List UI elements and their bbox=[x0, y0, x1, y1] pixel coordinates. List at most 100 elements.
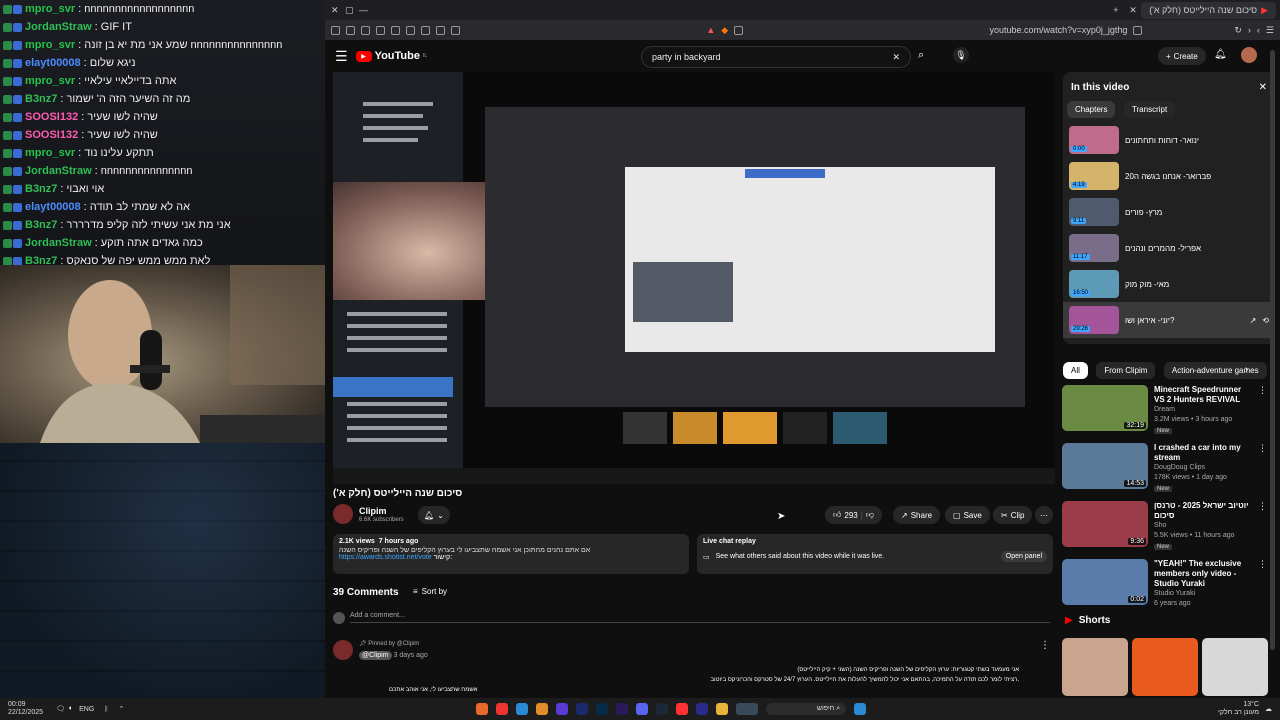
bookmark-page-icon[interactable] bbox=[1133, 25, 1143, 35]
chat-username[interactable]: B3nz7 bbox=[25, 93, 57, 105]
page-icon[interactable] bbox=[376, 25, 385, 35]
tab-transcript[interactable]: Transcript bbox=[1123, 101, 1176, 118]
chapter-item[interactable]: 0:00 ינואר- דוחות ותחתונים bbox=[1063, 122, 1275, 158]
youtube-logo[interactable]: ▶ YouTube IL bbox=[355, 50, 427, 62]
recommendation-item[interactable]: 32:19 Minecraft Speedrunner VS 2 Hunters… bbox=[1062, 385, 1267, 437]
wallet-icon[interactable] bbox=[436, 25, 445, 35]
menu-icon[interactable]: ☰ bbox=[1266, 25, 1274, 36]
app-icon-8[interactable] bbox=[696, 703, 709, 715]
more-actions-button[interactable]: ⋯ bbox=[1035, 506, 1053, 524]
avatar[interactable] bbox=[1241, 47, 1257, 63]
extension-icon[interactable] bbox=[331, 25, 340, 35]
chat-username[interactable]: mpro_svr bbox=[25, 147, 75, 159]
short-thumb[interactable] bbox=[1202, 638, 1268, 696]
app-icon-ps[interactable] bbox=[596, 703, 609, 715]
weather-widget[interactable]: 13°C מעונן רב חלקי bbox=[1218, 701, 1259, 717]
rec-menu-icon[interactable]: ⋮ bbox=[1258, 501, 1267, 553]
window-icon[interactable]: ▢ bbox=[345, 5, 359, 16]
short-thumb[interactable] bbox=[1132, 638, 1198, 696]
app-icon-steam[interactable] bbox=[656, 703, 669, 715]
pin-icon[interactable] bbox=[361, 25, 370, 35]
app-icon-discord[interactable] bbox=[636, 703, 649, 715]
chat-username[interactable]: JordanStraw bbox=[25, 165, 92, 177]
language-indicator[interactable]: ENG bbox=[79, 706, 94, 713]
scrollbar[interactable] bbox=[1270, 50, 1275, 650]
share-page-icon[interactable] bbox=[734, 25, 744, 35]
forward-icon[interactable]: › bbox=[1248, 25, 1251, 35]
vpn-icon[interactable] bbox=[451, 25, 460, 35]
short-thumb[interactable] bbox=[1062, 638, 1128, 696]
brave-shield-icon[interactable]: ◆ bbox=[721, 25, 728, 36]
taskbar-search[interactable]: חיפוש ⌕ bbox=[766, 703, 847, 715]
search-input[interactable]: party in backyard ✕ bbox=[641, 46, 911, 68]
comment-author[interactable]: @Clipim bbox=[359, 651, 392, 660]
bell-icon[interactable]: 🔔︎ bbox=[1214, 49, 1227, 60]
add-comment-input[interactable]: Add a comment... bbox=[350, 612, 1050, 623]
chat-username[interactable]: SOOSI132 bbox=[25, 129, 78, 141]
channel-avatar[interactable] bbox=[333, 504, 353, 524]
chat-username[interactable]: JordanStraw bbox=[25, 237, 92, 249]
new-tab-button[interactable]: + bbox=[1113, 5, 1129, 15]
chat-username[interactable]: JordanStraw bbox=[25, 21, 92, 33]
video-player[interactable] bbox=[333, 72, 1055, 484]
task-view-icon[interactable] bbox=[736, 703, 759, 715]
reload-icon[interactable]: ↻ bbox=[1234, 25, 1242, 36]
chapter-item[interactable]: 29:26 יוני- איראן ושו? ↗ ⟲ bbox=[1063, 302, 1275, 338]
sidebar-icon[interactable] bbox=[391, 25, 400, 35]
chat-username[interactable]: elayt00008 bbox=[25, 57, 81, 69]
share-button[interactable]: ↗ Share bbox=[893, 506, 941, 524]
download-icon[interactable] bbox=[406, 25, 415, 35]
windows-start-icon[interactable] bbox=[854, 703, 867, 715]
notification-bell-button[interactable]: 🔔︎ ⌄ bbox=[418, 506, 450, 524]
chat-username[interactable]: B3nz7 bbox=[25, 183, 57, 195]
chat-username[interactable]: B3nz7 bbox=[25, 219, 57, 231]
bookmark-icon[interactable] bbox=[421, 25, 430, 35]
rec-menu-icon[interactable]: ⋮ bbox=[1258, 385, 1267, 437]
loop-icon[interactable]: ⟲ bbox=[1262, 316, 1269, 325]
save-button[interactable]: ▢ Save bbox=[945, 506, 990, 524]
chapter-item[interactable]: 4:19 פברואר- אנחנו בגשה ה20 bbox=[1063, 158, 1275, 194]
recommendation-item[interactable]: 9:36 יוטיוב ישראל 2025 - טרנסן סיכום Sho… bbox=[1062, 501, 1267, 553]
app-icon-3[interactable] bbox=[516, 703, 529, 715]
app-icon-4[interactable] bbox=[536, 703, 549, 715]
chat-username[interactable]: elayt00008 bbox=[25, 201, 81, 213]
tray-chevron-icon[interactable]: ⌃ bbox=[118, 705, 124, 713]
notification-icon[interactable]: 🗨︎ bbox=[56, 705, 65, 713]
sort-button[interactable]: ≡ Sort by bbox=[413, 587, 447, 596]
chip-from-clipim[interactable]: From Clipim bbox=[1096, 362, 1156, 379]
clock[interactable]: 00:09 22/12/2025 bbox=[8, 701, 52, 717]
clear-search-icon[interactable]: ✕ bbox=[892, 52, 900, 63]
like-button[interactable]: 👍︎ 293 | 👎︎ bbox=[825, 506, 882, 524]
comment-menu-icon[interactable]: ⋮ bbox=[1040, 640, 1050, 651]
app-icon-7[interactable] bbox=[676, 703, 689, 715]
search-icon[interactable]: ⌕ bbox=[918, 49, 924, 62]
vote-link[interactable]: https://awards.shotist.net/vote bbox=[339, 554, 432, 561]
app-icon-pr[interactable] bbox=[616, 703, 629, 715]
volume-icon[interactable]: 🔈︎ bbox=[69, 705, 73, 713]
warning-icon[interactable]: ▲ bbox=[706, 25, 715, 35]
rec-menu-icon[interactable]: ⋮ bbox=[1258, 559, 1267, 611]
shield-icon[interactable] bbox=[346, 25, 355, 35]
app-icon-brave[interactable] bbox=[496, 703, 509, 715]
chapter-item[interactable]: 11:17 אפריל- מהמרים ונהנים bbox=[1063, 230, 1275, 266]
rec-menu-icon[interactable]: ⋮ bbox=[1258, 443, 1267, 495]
tab-close-icon[interactable]: ✕ bbox=[1129, 5, 1141, 16]
app-icon-5[interactable] bbox=[556, 703, 569, 715]
address-bar[interactable]: youtube.com/watch?v=xyp0j_jgthg bbox=[990, 25, 1128, 35]
back-icon[interactable]: ‹ bbox=[1257, 25, 1260, 35]
hamburger-icon[interactable]: ☰ bbox=[335, 48, 348, 65]
chat-username[interactable]: mpro_svr bbox=[25, 3, 75, 15]
chat-username[interactable]: mpro_svr bbox=[25, 75, 75, 87]
tab-active[interactable]: סיכום שנה היילייטס (חלק א') ▶ bbox=[1141, 1, 1276, 19]
chip-all[interactable]: All bbox=[1063, 362, 1088, 379]
chevron-right-icon[interactable]: › bbox=[1245, 364, 1248, 375]
chapter-item[interactable]: 16:50 מאי- מוק מוק bbox=[1063, 266, 1275, 302]
bluetooth-icon[interactable]: ᛒ bbox=[104, 706, 108, 713]
app-icon-ae[interactable] bbox=[576, 703, 589, 715]
close-icon[interactable]: ✕ bbox=[331, 5, 345, 16]
minimize-icon[interactable]: — bbox=[359, 5, 373, 15]
open-panel-button[interactable]: Open panel bbox=[1000, 551, 1047, 562]
chip-action-adventure[interactable]: Action-adventure games bbox=[1163, 362, 1267, 379]
tab-chapters[interactable]: Chapters bbox=[1067, 101, 1116, 118]
recommendation-item[interactable]: 14:53 I crashed a car into my stream Dou… bbox=[1062, 443, 1267, 495]
